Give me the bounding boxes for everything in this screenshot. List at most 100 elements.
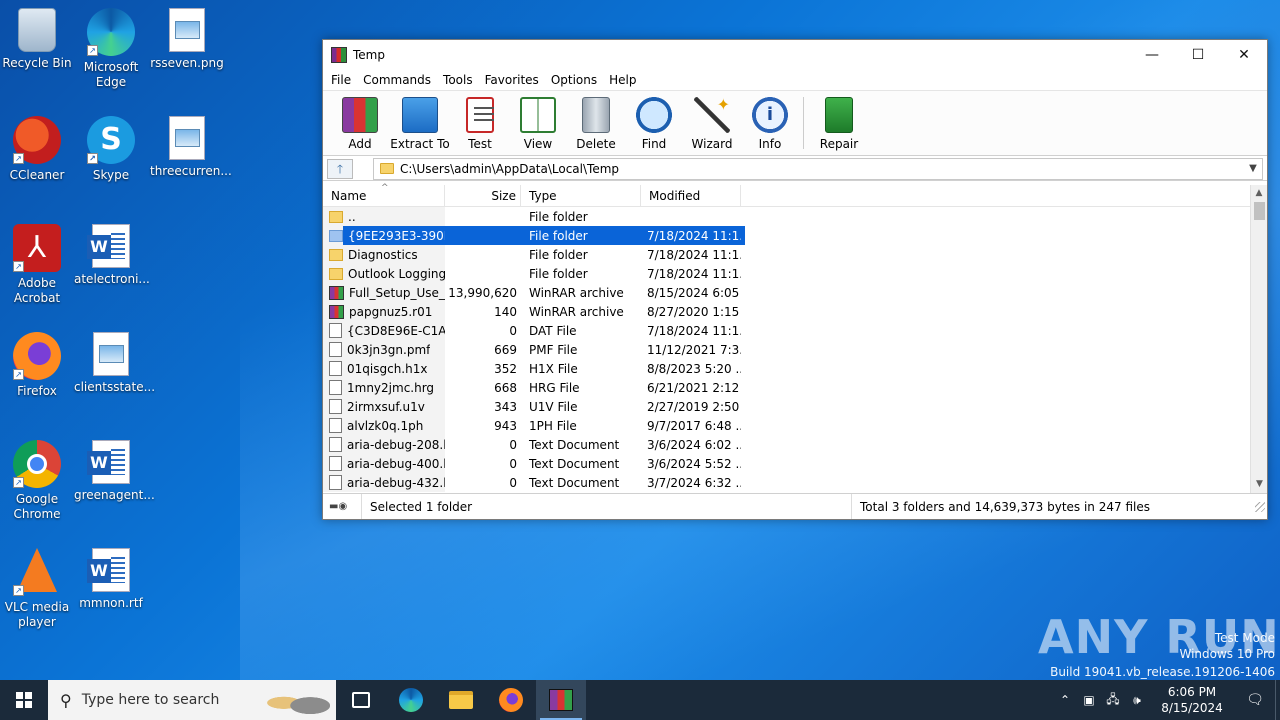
file-row[interactable]: aria-debug-208.l... 0 Text Document 3/6/202… (323, 435, 1267, 454)
desktop-icon-skype[interactable]: S ↗ Skype (74, 116, 148, 183)
chevron-up-icon[interactable]: ⌃ (1053, 693, 1077, 707)
file-row[interactable]: 01qisgch.h1x 352 H1X File 8/8/2023 5:20 ... (323, 359, 1267, 378)
scroll-up-icon[interactable]: ▲ (1251, 185, 1267, 202)
taskbar: ⚲ Type here to search ⌃ ▣ 🖧 🕪 6:06 PM 8/… (0, 680, 1280, 720)
file-icon (329, 342, 342, 357)
desktop-icon-greenagent[interactable]: W greenagent... (74, 440, 155, 503)
extract-to-button[interactable]: Extract To (389, 95, 451, 151)
start-button[interactable] (0, 680, 48, 720)
task-view-button[interactable] (336, 680, 386, 720)
desktop-icon-vlc[interactable]: ↗ VLC media player (0, 548, 74, 630)
toolbar-label: Delete (576, 137, 616, 151)
magnifier-icon (636, 97, 672, 133)
desktop-icon-threecurren[interactable]: threecurren... (150, 116, 232, 179)
vertical-scrollbar[interactable]: ▲ ▼ (1250, 185, 1267, 493)
desktop-icon-label: VLC media player (4, 600, 70, 629)
title-bar[interactable]: Temp — ☐ ✕ (323, 40, 1267, 70)
menu-commands[interactable]: Commands (357, 73, 437, 87)
file-name: Full_Setup_Use_... (349, 285, 445, 300)
find-button[interactable]: Find (625, 95, 683, 151)
file-row[interactable]: 0k3jn3gn.pmf 669 PMF File 11/12/2021 7:3... (323, 340, 1267, 359)
watermark-test-mode: Test Mode (1214, 631, 1275, 645)
desktop-icon-clientsstate[interactable]: clientsstate... (74, 332, 155, 395)
file-row[interactable]: {C3D8E96E-C1A... 0 DAT File 7/18/2024 11:1.… (323, 321, 1267, 340)
file-modified: 9/7/2017 6:48 ... (647, 418, 741, 433)
desktop-icon-rsseven[interactable]: rsseven.png (150, 8, 224, 71)
address-bar: 🡑 C:\Users\admin\AppData\Local\Temp ▼ (323, 157, 1267, 181)
column-header-size[interactable]: Size (445, 184, 521, 207)
system-tray: ⌃ ▣ 🖧 🕪 6:06 PM 8/15/2024 🗨 (1053, 680, 1280, 720)
drive-icon[interactable]: ▬◉ (323, 501, 361, 512)
security-icon[interactable]: ▣ (1077, 693, 1101, 707)
clock[interactable]: 6:06 PM 8/15/2024 (1155, 684, 1229, 716)
file-name-cell: .. (323, 210, 445, 224)
file-row[interactable]: aria-debug-400.l... 0 Text Document 3/6/202… (323, 454, 1267, 473)
taskbar-search-box[interactable]: ⚲ Type here to search (48, 680, 336, 720)
info-button[interactable]: i Info (741, 95, 799, 151)
toolbar-label: Add (348, 137, 372, 151)
menu-options[interactable]: Options (545, 73, 603, 87)
column-header-type[interactable]: Type (521, 184, 641, 207)
file-row[interactable]: {9EE293E3-390D... File folder 7/18/2024 11… (323, 226, 1267, 245)
file-row[interactable]: Full_Setup_Use_...13,990,620 WinRAR archi… (323, 283, 1267, 302)
file-modified: 3/6/2024 6:02 ... (647, 437, 741, 452)
desktop-icon-ccleaner[interactable]: ↗ CCleaner (0, 116, 74, 183)
resize-grip[interactable] (1255, 501, 1265, 512)
add-button[interactable]: Add (331, 95, 389, 151)
repair-button[interactable]: Repair (810, 95, 868, 151)
menu-help[interactable]: Help (603, 73, 642, 87)
column-header-modified[interactable]: Modified (641, 184, 741, 207)
network-icon[interactable]: 🖧 (1101, 690, 1125, 711)
desktop-icon-atelectroni[interactable]: W atelectroni... (74, 224, 150, 287)
folder-icon (329, 267, 343, 280)
menu-tools[interactable]: Tools (437, 73, 479, 87)
maximize-button[interactable]: ☐ (1175, 40, 1221, 70)
file-row[interactable]: Outlook Logging File folder 7/18/2024 11:1… (323, 264, 1267, 283)
delete-button[interactable]: Delete (567, 95, 625, 151)
file-row[interactable]: .. File folder (323, 207, 1267, 226)
file-name: 1mny2jmc.hrg (347, 380, 435, 395)
menu-favorites[interactable]: Favorites (479, 73, 545, 87)
minimize-button[interactable]: — (1129, 40, 1175, 70)
file-name: 0k3jn3gn.pmf (347, 342, 431, 357)
desktop-icon-chrome[interactable]: ↗ Google Chrome (0, 440, 74, 522)
file-row[interactable]: 2irmxsuf.u1v 343 U1V File 2/27/2019 2:50 ..… (323, 397, 1267, 416)
wizard-button[interactable]: Wizard (683, 95, 741, 151)
file-row[interactable]: papgnuz5.r01 140 WinRAR archive 8/27/2020 1… (323, 302, 1267, 321)
desktop-icon-recycle-bin[interactable]: Recycle Bin (0, 8, 74, 71)
taskbar-winrar[interactable] (536, 680, 586, 720)
image-file-icon (169, 8, 205, 52)
file-row[interactable]: aria-debug-432.l... 0 Text Document 3/7/202… (323, 473, 1267, 492)
test-button[interactable]: Test (451, 95, 509, 151)
desktop-icon-firefox[interactable]: ↗ Firefox (0, 332, 74, 399)
show-desktop-button[interactable] (1275, 680, 1280, 720)
firefox-icon: ↗ (13, 332, 61, 380)
taskbar-file-explorer[interactable] (436, 680, 486, 720)
volume-icon[interactable]: 🕪 (1125, 693, 1149, 708)
search-icon: ⚲ (60, 690, 72, 710)
up-folder-button[interactable]: 🡑 (327, 158, 353, 179)
desktop-icon-acrobat[interactable]: ⅄ ↗ Adobe Acrobat (0, 224, 74, 306)
notification-icon: 🗨 (1246, 692, 1264, 708)
file-row[interactable]: Diagnostics File folder 7/18/2024 11:1... (323, 245, 1267, 264)
file-modified: 3/6/2024 5:52 ... (647, 456, 741, 471)
file-name: 01qisgch.h1x (347, 361, 428, 376)
taskbar-firefox[interactable] (486, 680, 536, 720)
chevron-down-icon[interactable]: ▼ (1244, 163, 1262, 174)
notification-center-button[interactable]: 🗨 (1235, 680, 1275, 720)
desktop-icon-label: rsseven.png (150, 56, 224, 70)
close-button[interactable]: ✕ (1221, 40, 1267, 70)
scroll-down-icon[interactable]: ▼ (1251, 476, 1268, 493)
desktop-icon-mmnon[interactable]: W mmnon.rtf (74, 548, 148, 611)
desktop-icon-edge[interactable]: ↗ Microsoft Edge (74, 8, 148, 90)
file-row[interactable]: alvlzk0q.1ph 943 1PH File 9/7/2017 6:48 ... (323, 416, 1267, 435)
file-row[interactable]: 1mny2jmc.hrg 668 HRG File 6/21/2021 2:12 ..… (323, 378, 1267, 397)
scroll-thumb[interactable] (1254, 202, 1265, 220)
image-file-icon (93, 332, 129, 376)
file-name: .. (348, 209, 356, 224)
menu-file[interactable]: File (325, 73, 357, 87)
view-button[interactable]: View (509, 95, 567, 151)
path-combobox[interactable]: C:\Users\admin\AppData\Local\Temp ▼ (373, 157, 1263, 180)
taskbar-edge[interactable] (386, 680, 436, 720)
file-modified: 8/27/2020 1:15 ... (647, 304, 741, 319)
